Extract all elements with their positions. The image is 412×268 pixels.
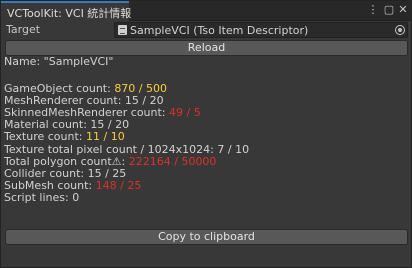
reload-button[interactable]: Reload xyxy=(5,40,408,56)
title-bar: VCToolKit: VCI 統計情報 ⋮ ▢ ✕ xyxy=(1,1,411,21)
maximize-icon[interactable]: ▢ xyxy=(383,3,395,17)
vci-name-line: Name: "SampleVCI" xyxy=(4,55,114,68)
copy-to-clipboard-button[interactable]: Copy to clipboard xyxy=(5,229,408,245)
stat-line: Script lines: 0 xyxy=(4,192,79,204)
stat-line: Texture count: 11 / 10 xyxy=(4,131,125,143)
object-picker-icon[interactable] xyxy=(395,25,405,35)
target-label: Target xyxy=(6,23,41,36)
close-icon[interactable]: ✕ xyxy=(397,3,409,17)
stat-value: 0 xyxy=(72,191,80,204)
script-object-icon xyxy=(118,25,127,35)
target-object-field[interactable]: SampleVCI (Tso Item Descriptor) xyxy=(114,22,408,38)
target-row: Target SampleVCI (Tso Item Descriptor) xyxy=(1,22,411,39)
stat-value: 11 / 10 xyxy=(86,130,125,143)
stat-value: 148 / 25 xyxy=(95,179,142,192)
stat-label: Script lines: xyxy=(4,191,73,204)
vci-stats-window: VCToolKit: VCI 統計情報 ⋮ ▢ ✕ Target SampleV… xyxy=(0,0,412,268)
menu-dots-icon[interactable]: ⋮ xyxy=(367,3,379,17)
stat-value: 222164 / 50000 xyxy=(128,155,217,168)
stat-value: 49 / 5 xyxy=(169,106,201,119)
stat-label: Texture count: xyxy=(4,130,87,143)
stat-value: 7 / 10 xyxy=(217,143,250,156)
window-tab[interactable]: VCToolKit: VCI 統計情報 xyxy=(1,1,131,21)
target-object-value: SampleVCI (Tso Item Descriptor) xyxy=(130,24,309,37)
